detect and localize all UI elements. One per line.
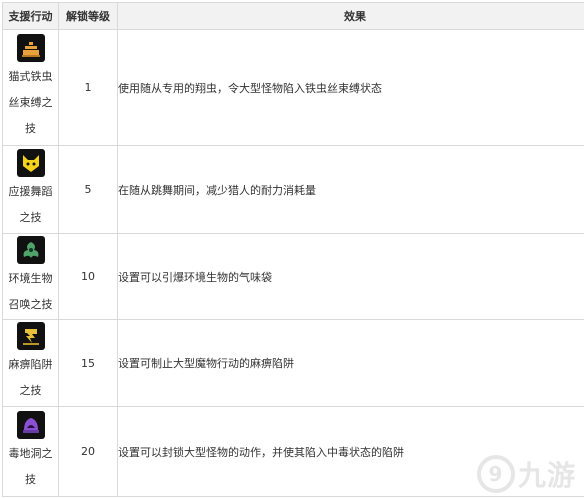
header-support-action: 支援行动 [2,2,59,30]
skill-name-line: 技 [25,472,36,486]
effect-text: 设置可以引爆环境生物的气味袋 [117,233,584,320]
skill-cell: 应援舞蹈 之技 [2,145,59,234]
skill-cell: 环境生物 召唤之技 [2,233,59,320]
skill-name-line: 猫式铁虫 [8,69,53,83]
table-header-row: 支援行动 解锁等级 效果 [2,2,584,30]
skill-name-line: 丝束缚之 [8,95,53,109]
header-effect: 效果 [117,2,584,30]
watermark-text: 九游 [517,459,576,492]
table-row: 猫式铁虫 丝束缚之 技 1 使用随从专用的翔虫，令大型怪物陷入铁虫丝束缚状态 [2,29,584,146]
effect-text: 在随从跳舞期间，减少猎人的耐力消耗量 [117,145,584,234]
header-unlock-level: 解锁等级 [58,2,118,30]
support-skill-table: 支援行动 解锁等级 效果 猫式铁虫 丝束缚之 技 1 使用随从专用的翔虫，令大型… [2,2,584,497]
site-watermark: 9 九游 [476,454,576,494]
unlock-level: 1 [58,29,118,146]
skill-name-line: 环境生物 [8,271,53,285]
paralysis-trap-icon [16,322,45,350]
skill-name-line: 召唤之技 [8,297,53,311]
table-row: 应援舞蹈 之技 5 在随从跳舞期间，减少猎人的耐力消耗量 [2,145,584,234]
unlock-level: 5 [58,145,118,234]
skill-name-line: 之技 [19,384,42,397]
skill-cell: 猫式铁虫 丝束缚之 技 [2,29,59,146]
envir-creature-icon [16,235,45,264]
skill-cell: 麻痹陷阱 之技 [2,319,59,407]
skill-name-line: 毒地洞之 [8,446,53,460]
nine-game-logo-icon: 9 [476,455,515,493]
skill-cell: 毒地洞之 技 [2,406,59,497]
table-row: 环境生物 召唤之技 10 设置可以引爆环境生物的气味袋 [2,233,584,320]
table-row: 麻痹陷阱 之技 15 设置可制止大型魔物行动的麻痹陷阱 [2,319,584,407]
poison-pit-icon [16,410,45,439]
skill-name-line: 应援舞蹈 [8,184,53,198]
cheer-dance-icon [16,148,45,177]
effect-text: 设置可制止大型魔物行动的麻痹陷阱 [117,319,584,407]
skill-name-line: 麻痹陷阱 [8,358,53,371]
cat-bug-icon [16,33,45,62]
unlock-level: 15 [58,319,118,407]
skill-name-line: 技 [25,121,36,135]
effect-text: 使用随从专用的翔虫，令大型怪物陷入铁虫丝束缚状态 [117,29,584,146]
skill-name-line: 之技 [19,210,42,224]
unlock-level: 20 [58,406,118,497]
unlock-level: 10 [58,233,118,320]
